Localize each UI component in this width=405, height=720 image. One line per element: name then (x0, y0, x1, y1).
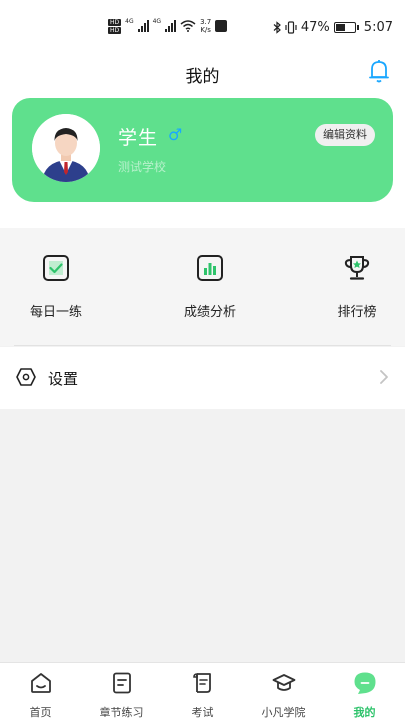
hd-badge-top: HD (108, 18, 122, 26)
wifi-icon (180, 20, 196, 32)
bluetooth-icon (273, 21, 281, 34)
tab-xiaofan-academy[interactable]: 小凡学院 (243, 671, 324, 720)
quick-action-score-analysis[interactable]: 成绩分析 (160, 253, 260, 320)
bar-chart-icon (197, 255, 223, 281)
quick-action-leaderboard[interactable]: 排行榜 (307, 253, 405, 320)
school-name: 测试学校 (118, 160, 167, 174)
profile-section: 学生 ♂ 测试学校 编辑资料 (0, 98, 405, 228)
bell-icon[interactable] (367, 58, 391, 84)
quick-action-daily-practice[interactable]: 每日一练 (6, 253, 106, 320)
divider (14, 345, 391, 346)
speed-value: 3.7 (200, 18, 212, 26)
settings-label: 设置 (48, 370, 79, 388)
quick-actions: 每日一练 成绩分析 排行榜 (0, 228, 405, 346)
tab-mine[interactable]: 我的 (324, 671, 405, 720)
status-right: 47% 5:07 (273, 20, 393, 35)
app-notification-icon (215, 20, 228, 32)
tab-label: 章节练习 (99, 706, 144, 719)
tab-chapter-practice[interactable]: 章节练习 (81, 671, 162, 720)
battery-percent: 47% (300, 20, 330, 35)
tab-home[interactable]: 首页 (0, 671, 81, 720)
signal-icon (137, 20, 149, 32)
battery-icon (333, 22, 359, 33)
settings-row[interactable]: 设置 (0, 347, 405, 409)
home-icon (30, 673, 51, 693)
scroll-icon (192, 673, 211, 693)
quick-action-label: 每日一练 (29, 305, 82, 320)
checkbox-icon (43, 255, 69, 281)
clock: 5:07 (363, 20, 393, 35)
page-header: 我的 (0, 48, 405, 98)
network-type-right: 4G (152, 18, 162, 25)
male-gender-icon: ♂ (168, 125, 183, 144)
avatar[interactable] (32, 114, 100, 182)
profile-card[interactable]: 学生 ♂ 测试学校 编辑资料 (12, 98, 393, 202)
chevron-right-icon (380, 370, 388, 384)
profile-bubble-icon (354, 672, 375, 694)
tab-exam[interactable]: 考试 (162, 671, 243, 720)
quick-action-label: 成绩分析 (183, 305, 236, 320)
vibrate-icon (285, 21, 297, 34)
tab-label: 我的 (353, 706, 376, 719)
bottom-tab-bar: 首页 章节练习 考试 小凡学院 我的 (0, 662, 405, 720)
speed-unit: K/s (200, 26, 211, 34)
tab-label: 考试 (191, 706, 214, 719)
status-left: HD HD 4G 4G 3.7 K/s (108, 18, 228, 34)
status-bar: HD HD 4G 4G 3.7 K/s 47% 5:07 (0, 0, 405, 48)
hd-badge-bottom: HD (108, 26, 122, 34)
battery-fill (335, 24, 346, 31)
network-speed: 3.7 K/s (200, 18, 211, 34)
edit-profile-button[interactable]: 编辑资料 (315, 124, 375, 146)
graduation-cap-icon (272, 674, 295, 691)
hexagon-settings-icon (16, 368, 36, 386)
user-name: 学生 (118, 127, 159, 149)
document-icon (112, 672, 131, 694)
quick-action-label: 排行榜 (337, 305, 377, 320)
tab-label: 小凡学院 (261, 706, 306, 719)
page-title: 我的 (185, 67, 220, 87)
signal-icon (165, 20, 177, 32)
trophy-icon (344, 256, 370, 280)
tab-label: 首页 (29, 706, 52, 719)
network-type-left: 4G (125, 18, 134, 25)
avatar-image (32, 114, 100, 182)
hd-badges: HD HD (108, 18, 122, 34)
